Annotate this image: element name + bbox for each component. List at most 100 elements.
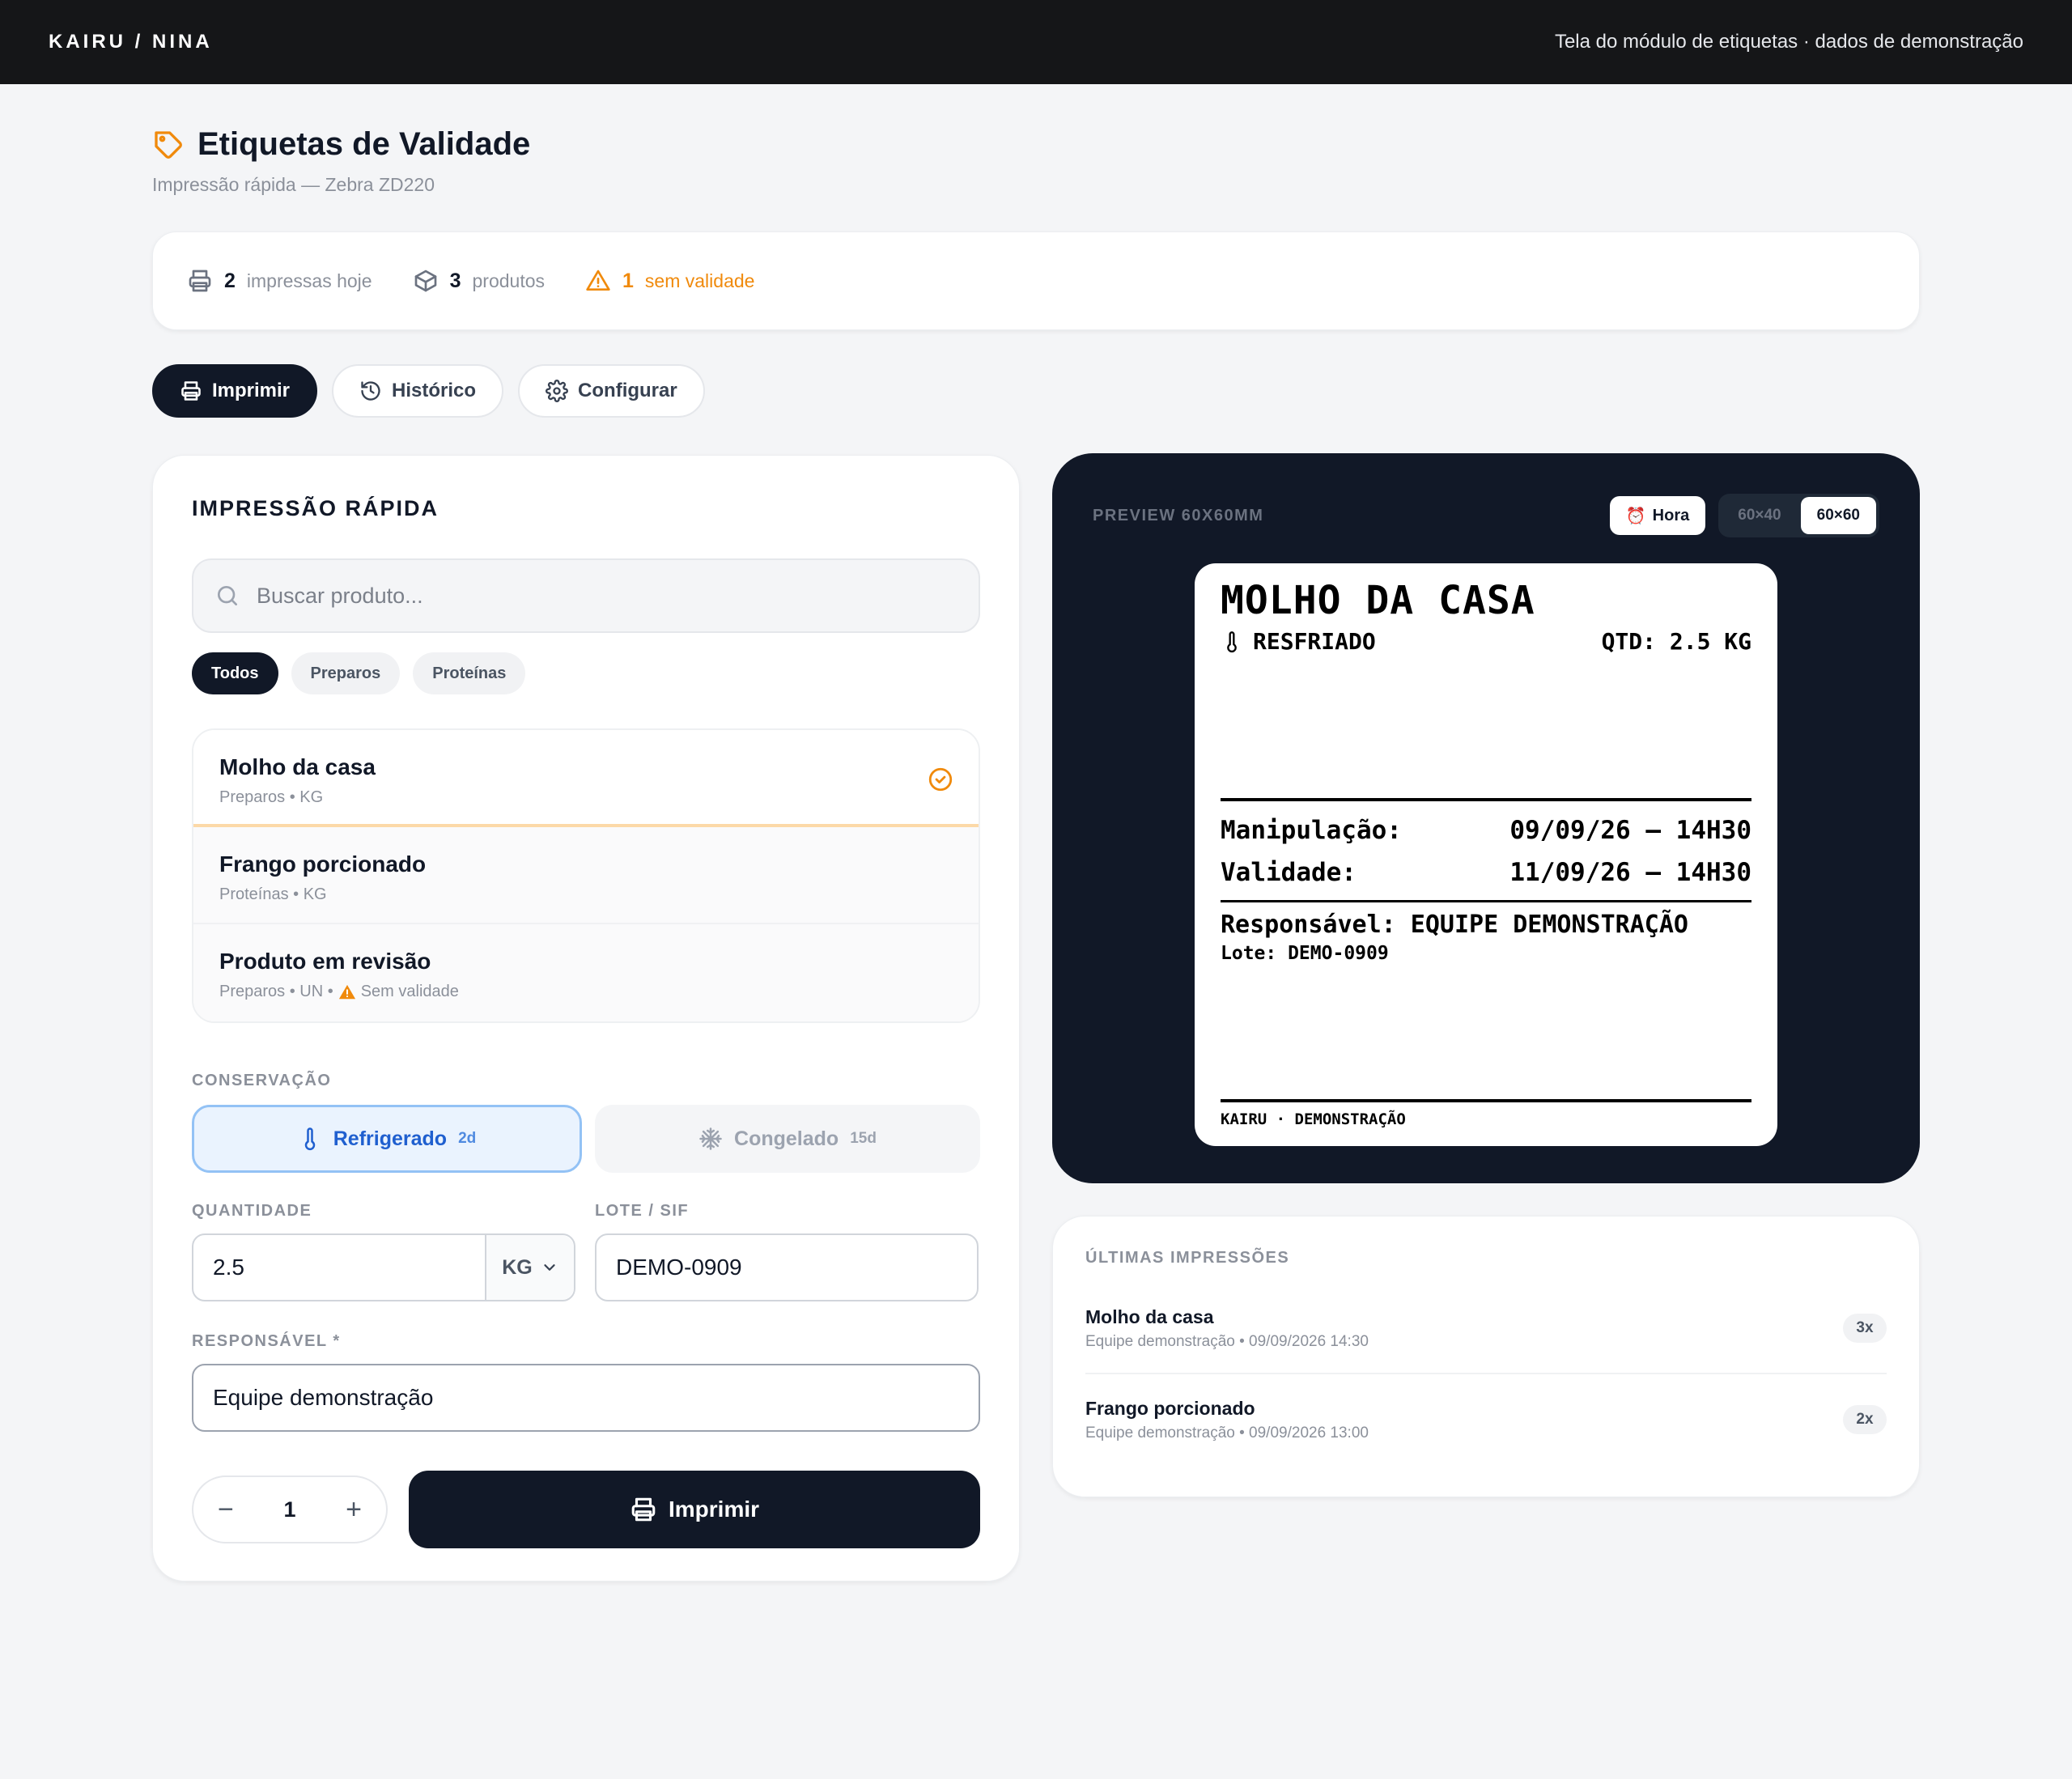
label-conservation: RESFRIADO [1253, 628, 1376, 655]
top-bar: KAIRU / NINA Tela do módulo de etiquetas… [0, 0, 2072, 84]
quantity-label: QUANTIDADE [192, 1202, 312, 1220]
printed-label: impressas hoje [246, 270, 372, 291]
configure-tab-label: Configurar [578, 380, 677, 401]
printer-icon [189, 270, 211, 292]
responsible-label: RESPONSÁVEL * [192, 1332, 341, 1350]
product-item-frango[interactable]: Frango porcionado Proteínas • KG [193, 827, 979, 924]
product-meta: Preparos • KG [219, 788, 953, 807]
responsible-input[interactable]: Equipe demonstração [192, 1364, 980, 1432]
conservation-options: Refrigerado 2d Congelado 15d [192, 1105, 980, 1173]
product-meta: Preparos • UN • Sem validade [219, 983, 953, 1001]
stat-products: 3 produtos [413, 268, 545, 294]
validity-value: 11/09/26 – 14H30 [1509, 858, 1751, 887]
hour-button[interactable]: ⏰ Hora [1609, 496, 1706, 535]
product-name: Molho da casa [219, 754, 376, 779]
recent-title: ÚLTIMAS IMPRESSÕES [1085, 1249, 1290, 1267]
page-header: Etiquetas de Validade [152, 126, 1920, 163]
chip-todos[interactable]: Todos [192, 652, 278, 694]
refrigerated-days: 2d [458, 1130, 477, 1147]
product-name: Frango porcionado [219, 851, 427, 877]
label-validity-row: Validade: 11/09/26 – 14H30 [1221, 851, 1751, 894]
products-label: produtos [472, 270, 546, 291]
preview-title: PREVIEW 60X60MM [1093, 506, 1264, 524]
history-icon [361, 381, 380, 401]
recent-item-meta: Equipe demonstração • 09/09/2026 14:30 [1085, 1332, 1369, 1350]
chip-proteinas[interactable]: Proteínas [413, 652, 526, 694]
printer-icon [181, 381, 201, 401]
frozen-label: Congelado [734, 1127, 839, 1150]
frozen-days: 15d [850, 1130, 877, 1147]
alarm-clock-icon: ⏰ [1625, 507, 1646, 525]
size-option-60x60[interactable]: 60×60 [1800, 497, 1876, 534]
products-count: 3 [449, 269, 461, 292]
tag-icon [155, 130, 182, 159]
printer-icon [631, 1497, 656, 1522]
history-tab-button[interactable]: Histórico [332, 364, 504, 418]
no-validity-count: 1 [622, 269, 634, 292]
page-subtitle: Impressão rápida — Zebra ZD220 [152, 174, 435, 195]
preview-controls: ⏰ Hora 60×40 60×60 [1609, 494, 1879, 537]
label-product-name: MOLHO DA CASA [1221, 578, 1535, 623]
printed-count: 2 [224, 269, 236, 292]
print-row: − 1 + Imprimir [192, 1471, 980, 1548]
lote-input[interactable]: DEMO-0909 [595, 1233, 979, 1301]
handling-value: 09/09/26 – 14H30 [1509, 816, 1751, 845]
no-validity-tag: Sem validade [360, 983, 459, 1000]
main-content: Etiquetas de Validade Impressão rápida —… [152, 84, 1920, 1582]
action-tabs: Imprimir Histórico Configurar [152, 364, 1920, 418]
recent-item-name: Frango porcionado [1085, 1397, 1255, 1419]
snowflake-icon [699, 1127, 722, 1150]
warning-icon [586, 270, 610, 291]
recent-item[interactable]: Frango porcionado Equipe demonstração • … [1085, 1374, 1887, 1465]
top-note: Tela do módulo de etiquetas · dados de d… [1554, 31, 2023, 53]
product-item-molho[interactable]: Molho da casa Preparos • KG [193, 730, 979, 827]
copies-count: 1 [283, 1497, 296, 1522]
recent-list: Molho da casa Equipe demonstração • 09/0… [1085, 1284, 1887, 1465]
history-tab-label: Histórico [392, 380, 477, 401]
search-icon [218, 586, 237, 605]
product-meta: Proteínas • KG [219, 885, 953, 904]
recent-prints-card: ÚLTIMAS IMPRESSÕES Molho da casa Equipe … [1052, 1216, 1920, 1497]
size-option-60x40[interactable]: 60×40 [1722, 497, 1797, 534]
print-tab-button[interactable]: Imprimir [152, 364, 318, 418]
category-filters: Todos Preparos Proteínas [192, 652, 980, 694]
gear-icon [546, 380, 569, 402]
quick-print-card: IMPRESSÃO RÁPIDA Todos Preparos Proteína… [152, 455, 1020, 1582]
print-button-label: Imprimir [668, 1497, 760, 1522]
label-quantity: QTD: 2.5 KG [1601, 628, 1751, 655]
product-item-revisao[interactable]: Produto em revisão Preparos • UN • Sem v… [193, 924, 979, 1021]
conservation-label: CONSERVAÇÃO [192, 1072, 332, 1089]
increment-button[interactable]: + [346, 1494, 362, 1526]
label-handling-row: Manipulação: 09/09/26 – 14H30 [1221, 809, 1751, 851]
configure-tab-button[interactable]: Configurar [518, 364, 705, 418]
no-validity-label: sem validade [644, 270, 755, 291]
print-button[interactable]: Imprimir [409, 1471, 980, 1548]
page-title: Etiquetas de Validade [197, 126, 531, 162]
recent-item-count: 2x [1843, 1405, 1887, 1434]
product-search[interactable] [192, 558, 980, 633]
stats-bar: 2 impressas hoje 3 produtos 1 sem valida… [152, 231, 1920, 330]
recent-item[interactable]: Molho da casa Equipe demonstração • 09/0… [1085, 1284, 1887, 1374]
frozen-option[interactable]: Congelado 15d [595, 1105, 980, 1173]
quick-print-title: IMPRESSÃO RÁPIDA [192, 496, 439, 520]
label-responsible: Responsável: EQUIPE DEMONSTRAÇÃO [1221, 911, 1688, 939]
stat-no-validity: 1 sem validade [585, 268, 754, 294]
copies-stepper: − 1 + [192, 1475, 388, 1543]
quantity-input[interactable]: 2.5 [193, 1235, 485, 1300]
label-info-row: RESFRIADO QTD: 2.5 KG [1221, 628, 1751, 655]
unit-select[interactable]: KG [485, 1235, 574, 1300]
package-icon [414, 270, 436, 292]
product-name: Produto em revisão [219, 949, 431, 974]
quantity-field: 2.5 KG [192, 1233, 575, 1301]
product-meta-text: Preparos • KG [219, 788, 324, 806]
label-preview-card: PREVIEW 60X60MM ⏰ Hora 60×40 60×60 MOLHO… [1052, 453, 1920, 1183]
chip-preparos[interactable]: Preparos [291, 652, 401, 694]
decrement-button[interactable]: − [218, 1494, 234, 1526]
stat-printed-today: 2 impressas hoje [187, 268, 372, 294]
label-paper: MOLHO DA CASA RESFRIADO QTD: 2.5 KG Mani… [1195, 563, 1777, 1146]
size-toggle: 60×40 60×60 [1718, 494, 1879, 537]
search-input[interactable] [257, 583, 904, 609]
unit-value: KG [502, 1255, 533, 1279]
refrigerated-option[interactable]: Refrigerado 2d [192, 1105, 582, 1173]
recent-item-name: Molho da casa [1085, 1306, 1214, 1327]
